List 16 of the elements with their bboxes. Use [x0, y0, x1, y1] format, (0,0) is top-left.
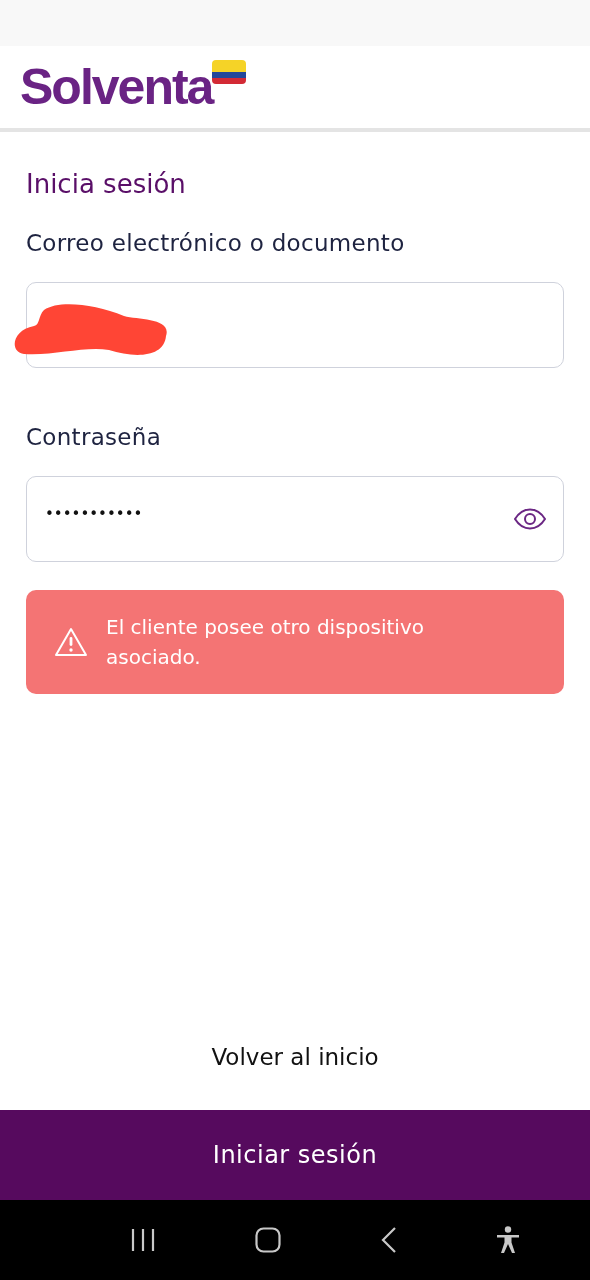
field-label: Correo electrónico o documento [26, 229, 406, 258]
logo: Solventa [20, 62, 213, 112]
flag-icon [212, 60, 247, 84]
error-message: El cliente posee otro dispositivo asociado. [106, 614, 425, 671]
page-title: Inicia sesión [26, 168, 187, 200]
warning-icon [54, 627, 88, 657]
login-button[interactable]: Iniciar sesión [0, 1110, 590, 1200]
back-icon[interactable] [380, 1227, 397, 1253]
input-field[interactable] [26, 282, 564, 368]
password-field[interactable]: ••••••••••• [26, 476, 564, 562]
home-icon[interactable] [255, 1227, 282, 1253]
eye-icon[interactable] [513, 508, 547, 530]
field-label: Contraseña [26, 423, 163, 452]
accessibility-icon[interactable] [496, 1226, 521, 1254]
back-link[interactable]: Volver al inicio [211, 1044, 379, 1070]
recent-apps-icon[interactable] [129, 1228, 156, 1252]
